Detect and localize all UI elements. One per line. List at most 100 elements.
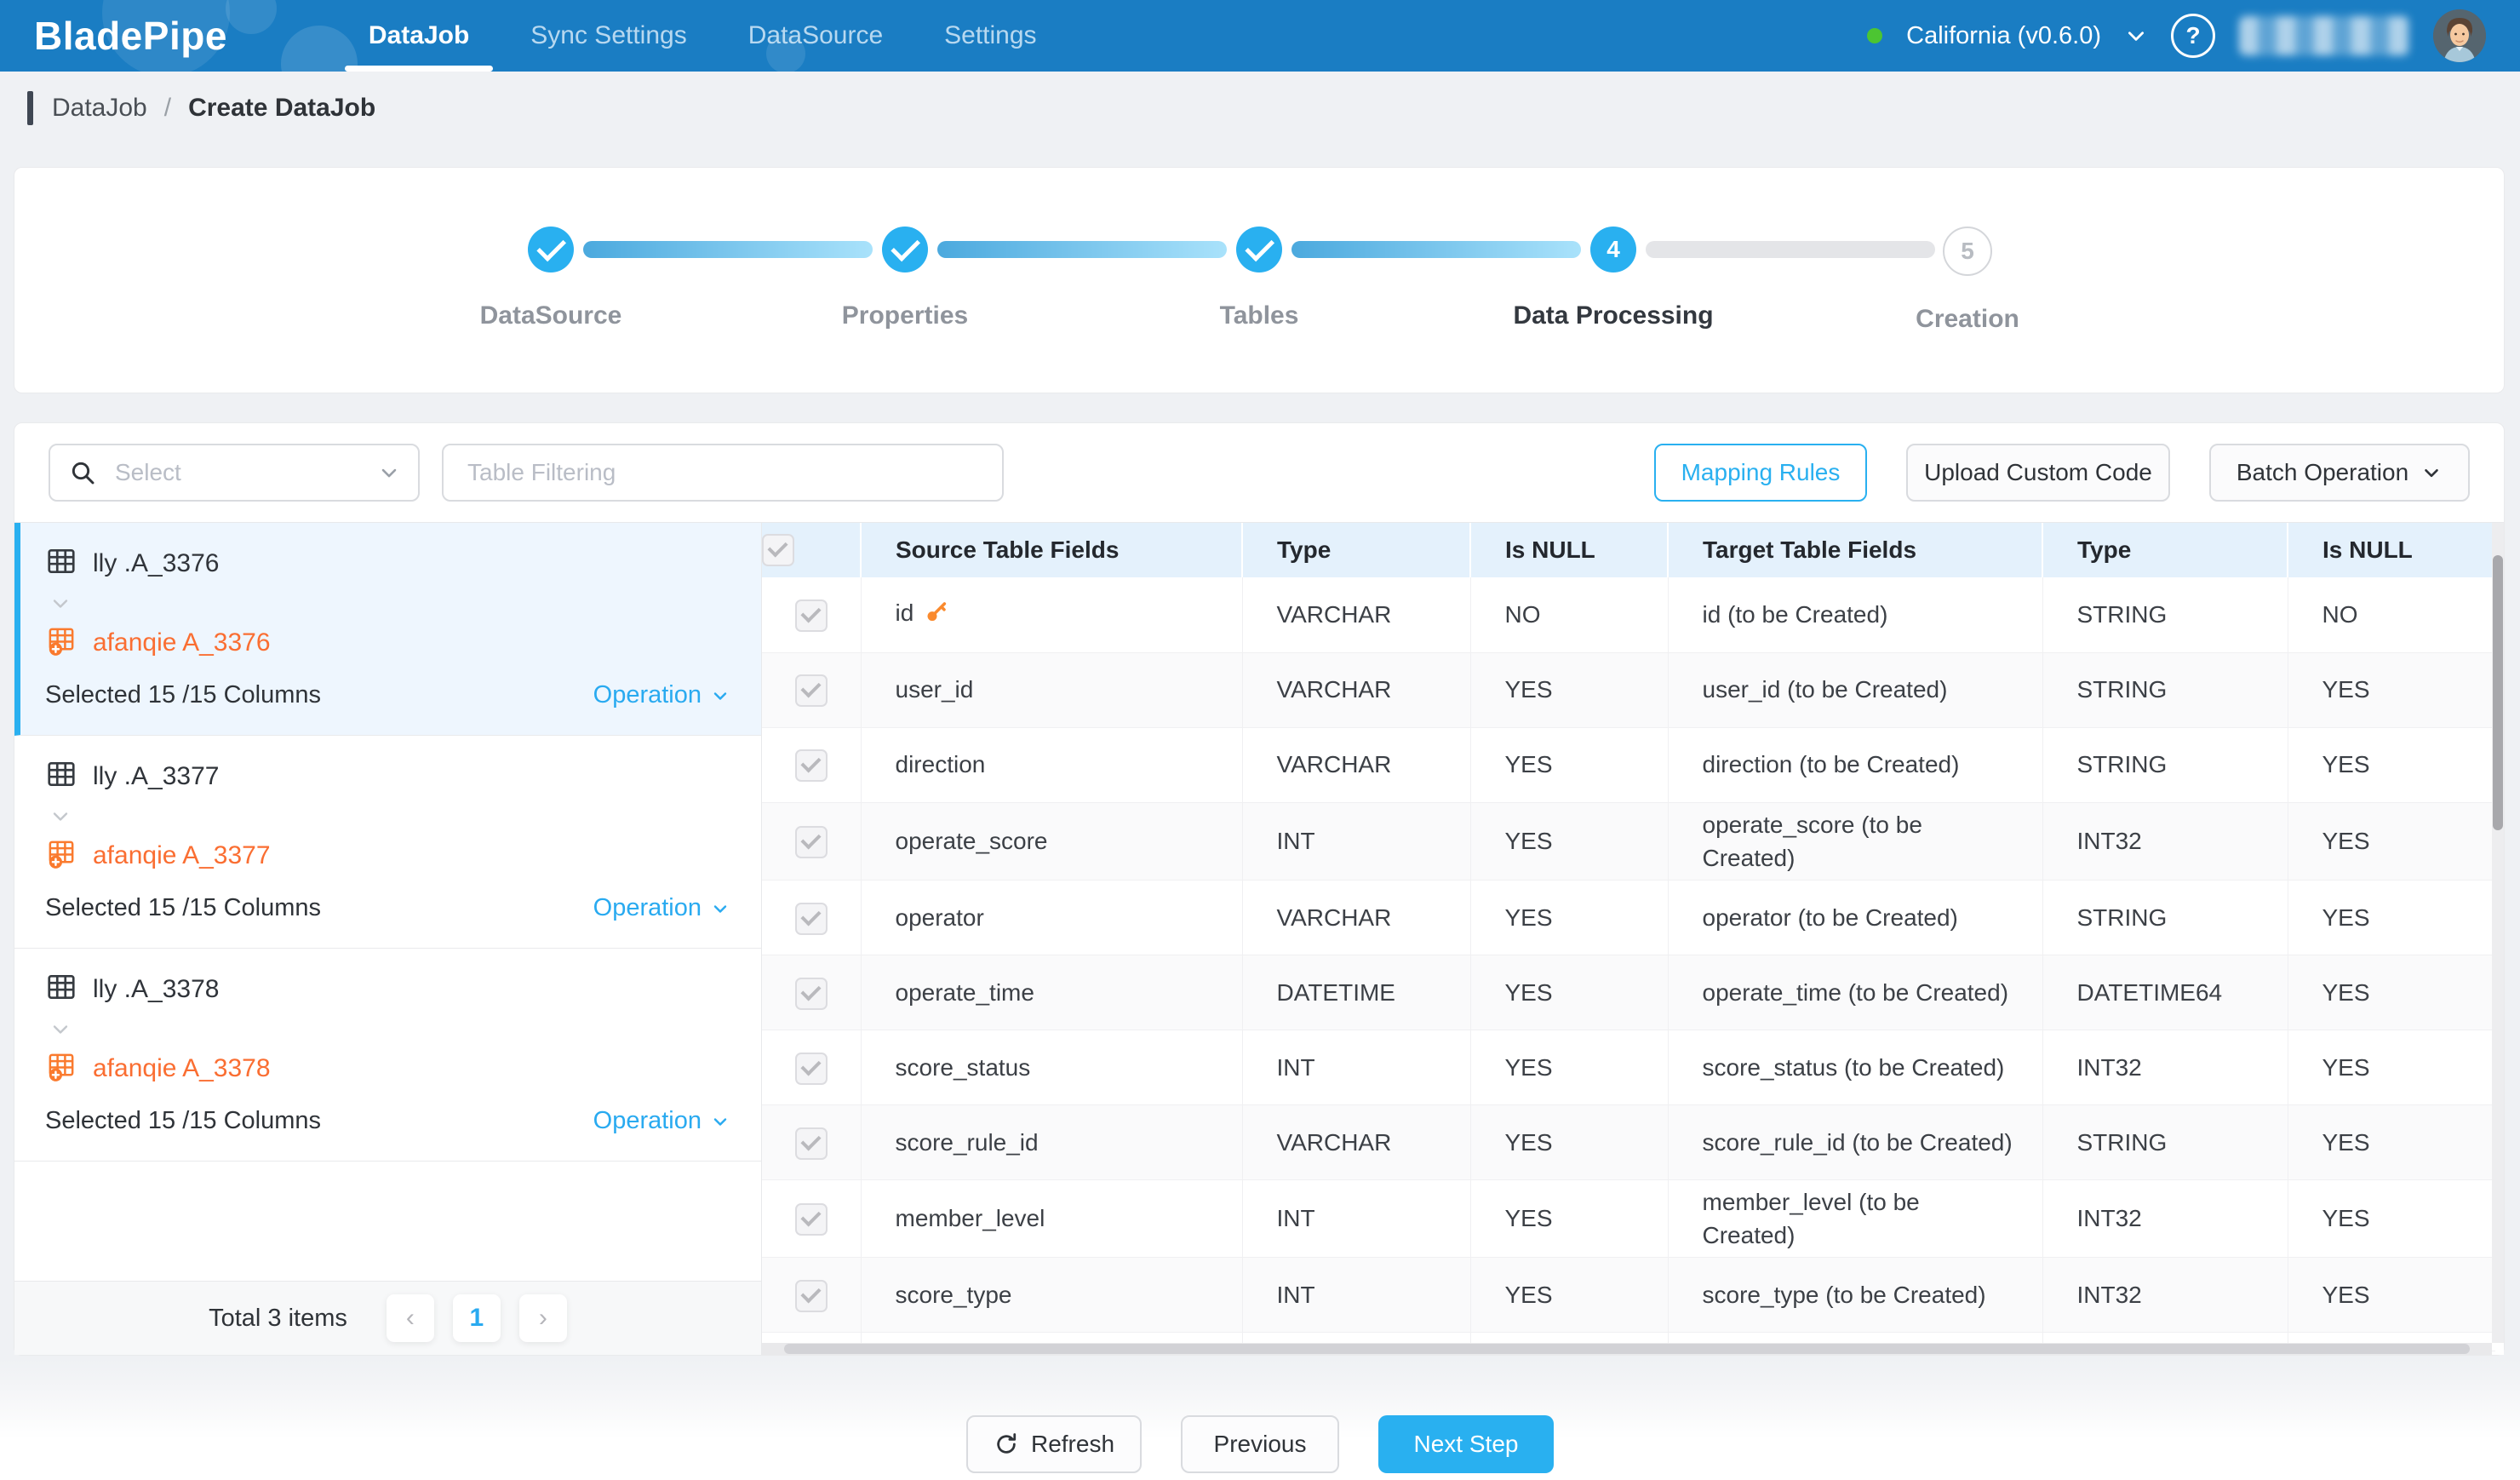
source-table-name: lly .A_3377 xyxy=(93,762,219,791)
nav-item[interactable]: DataJob xyxy=(338,0,500,72)
source-isnull-cell: YES xyxy=(1470,880,1668,955)
source-type-cell: VARCHAR xyxy=(1242,727,1470,802)
source-table-name: lly .A_3378 xyxy=(93,975,219,1004)
col-header-target-type: Type xyxy=(2042,523,2288,577)
operation-label: Operation xyxy=(593,1107,702,1135)
col-header-source-isnull: Is NULL xyxy=(1470,523,1668,577)
select-all-checkbox[interactable] xyxy=(762,534,794,566)
nav-item[interactable]: Sync Settings xyxy=(500,0,717,72)
horizontal-scrollbar-thumb[interactable] xyxy=(784,1344,2470,1354)
col-header-target-fields: Target Table Fields xyxy=(1668,523,2042,577)
pagination-next-button[interactable]: › xyxy=(519,1294,567,1342)
operation-label: Operation xyxy=(593,894,702,922)
field-row: operator VARCHAR YES operator (to be Cre… xyxy=(762,880,2495,955)
step-label: Properties xyxy=(842,301,968,330)
top-navigation-bar: BladePipe DataJob Sync Settings DataSour… xyxy=(0,0,2520,72)
col-header-source-type: Type xyxy=(1242,523,1470,577)
breadcrumb: DataJob / Create DataJob xyxy=(0,72,2520,145)
field-row: user_id VARCHAR YES user_id (to be Creat… xyxy=(762,652,2495,727)
table-icon xyxy=(45,971,77,1007)
field-row: id VARCHAR NO id (to be Created) STRING … xyxy=(762,577,2495,652)
source-field-cell: user_id xyxy=(861,652,1242,727)
step-label: Tables xyxy=(1220,301,1299,330)
source-table-row: lly .A_3377 xyxy=(45,758,730,794)
source-field-name: user_id xyxy=(896,676,974,703)
workspace: lly .A_3376 afanqie A_3376 Selec xyxy=(14,522,2504,1355)
row-checkbox[interactable] xyxy=(795,749,828,782)
chevron-down-icon xyxy=(49,592,730,616)
previous-button[interactable]: Previous xyxy=(1181,1415,1339,1473)
breadcrumb-parent[interactable]: DataJob xyxy=(52,94,147,123)
chevron-down-icon[interactable] xyxy=(2125,25,2147,47)
table-create-icon xyxy=(45,624,77,661)
operation-dropdown[interactable]: Operation xyxy=(593,894,730,922)
pagination-page-1[interactable]: 1 xyxy=(453,1294,501,1342)
upload-custom-code-button[interactable]: Upload Custom Code xyxy=(1906,444,2170,502)
refresh-button[interactable]: Refresh xyxy=(966,1415,1142,1473)
table-pair-card[interactable]: lly .A_3377 afanqie A_3377 Selec xyxy=(14,736,761,949)
source-field-cell: operate_score xyxy=(861,802,1242,880)
target-table-name: afanqie A_3378 xyxy=(93,1054,271,1083)
chevron-down-icon xyxy=(49,805,730,829)
environment-label: California (v0.6.0) xyxy=(1906,22,2101,50)
field-row: operate_time DATETIME YES operate_time (… xyxy=(762,955,2495,1030)
batch-operation-button[interactable]: Batch Operation xyxy=(2209,444,2470,502)
step-label: DataSource xyxy=(480,301,622,330)
breadcrumb-accent-bar xyxy=(27,91,33,125)
card-bottom-row: Selected 15 /15 Columns Operation xyxy=(45,681,730,709)
row-checkbox[interactable] xyxy=(795,978,828,1010)
operation-dropdown[interactable]: Operation xyxy=(593,681,730,709)
mapping-rules-button[interactable]: Mapping Rules xyxy=(1654,444,1867,502)
check-icon xyxy=(536,232,566,261)
refresh-label: Refresh xyxy=(1031,1431,1114,1458)
row-checkbox[interactable] xyxy=(795,903,828,935)
row-checkbox[interactable] xyxy=(795,1127,828,1160)
step-number: 5 xyxy=(1961,238,1974,265)
nav-item[interactable]: Settings xyxy=(914,0,1067,72)
operation-dropdown[interactable]: Operation xyxy=(593,1107,730,1135)
source-type-cell: VARCHAR xyxy=(1242,880,1470,955)
target-field-cell: score_type (to be Created) xyxy=(1668,1258,2042,1333)
target-type-cell: STRING xyxy=(2042,880,2288,955)
table-pair-card[interactable]: lly .A_3378 afanqie A_3378 Selec xyxy=(14,949,761,1162)
nav-item[interactable]: DataSource xyxy=(718,0,914,72)
source-isnull-cell: YES xyxy=(1470,1104,1668,1179)
help-icon[interactable]: ? xyxy=(2171,14,2215,58)
next-step-button[interactable]: Next Step xyxy=(1378,1415,1554,1473)
source-field-name: operate_score xyxy=(896,828,1048,854)
row-checkbox[interactable] xyxy=(795,599,828,632)
wizard-step: Properties xyxy=(728,227,1082,334)
table-pair-card[interactable]: lly .A_3376 afanqie A_3376 Selec xyxy=(14,523,761,736)
pagination-prev-button[interactable]: ‹ xyxy=(387,1294,434,1342)
target-field-cell: operate_time (to be Created) xyxy=(1668,955,2042,1030)
table-select-dropdown[interactable] xyxy=(49,444,420,502)
breadcrumb-separator: / xyxy=(164,94,171,123)
source-type-cell: VARCHAR xyxy=(1242,652,1470,727)
vertical-scrollbar[interactable] xyxy=(2492,523,2504,1343)
target-table-name: afanqie A_3376 xyxy=(93,628,271,657)
row-checkbox[interactable] xyxy=(795,674,828,707)
row-checkbox-cell xyxy=(762,1104,861,1179)
step-label: Data Processing xyxy=(1513,301,1713,330)
row-checkbox[interactable] xyxy=(795,1203,828,1236)
field-mapping-pane: Source Table Fields Type Is NULL Target … xyxy=(762,523,2504,1355)
row-checkbox[interactable] xyxy=(795,1280,828,1312)
target-table-name: afanqie A_3377 xyxy=(93,841,271,870)
status-dot xyxy=(1867,28,1882,43)
row-checkbox[interactable] xyxy=(795,1053,828,1085)
username-redacted xyxy=(2239,16,2409,55)
source-type-cell: INT xyxy=(1242,1179,1470,1257)
page-title: Create DataJob xyxy=(188,94,375,123)
row-checkbox[interactable] xyxy=(795,826,828,858)
target-type-cell: STRING xyxy=(2042,577,2288,652)
avatar[interactable] xyxy=(2433,9,2486,62)
decorative-circle xyxy=(226,0,277,34)
horizontal-scrollbar[interactable] xyxy=(762,1343,2492,1355)
target-field-cell: member_level (to be Created) xyxy=(1668,1179,2042,1257)
source-field-cell: score_status xyxy=(861,1030,1242,1104)
vertical-scrollbar-thumb[interactable] xyxy=(2493,555,2503,830)
table-filter-input[interactable] xyxy=(442,444,1004,502)
table-filter-field[interactable] xyxy=(442,444,1004,502)
selected-columns-label: Selected 15 /15 Columns xyxy=(45,894,321,922)
table-select-input[interactable] xyxy=(49,444,420,502)
